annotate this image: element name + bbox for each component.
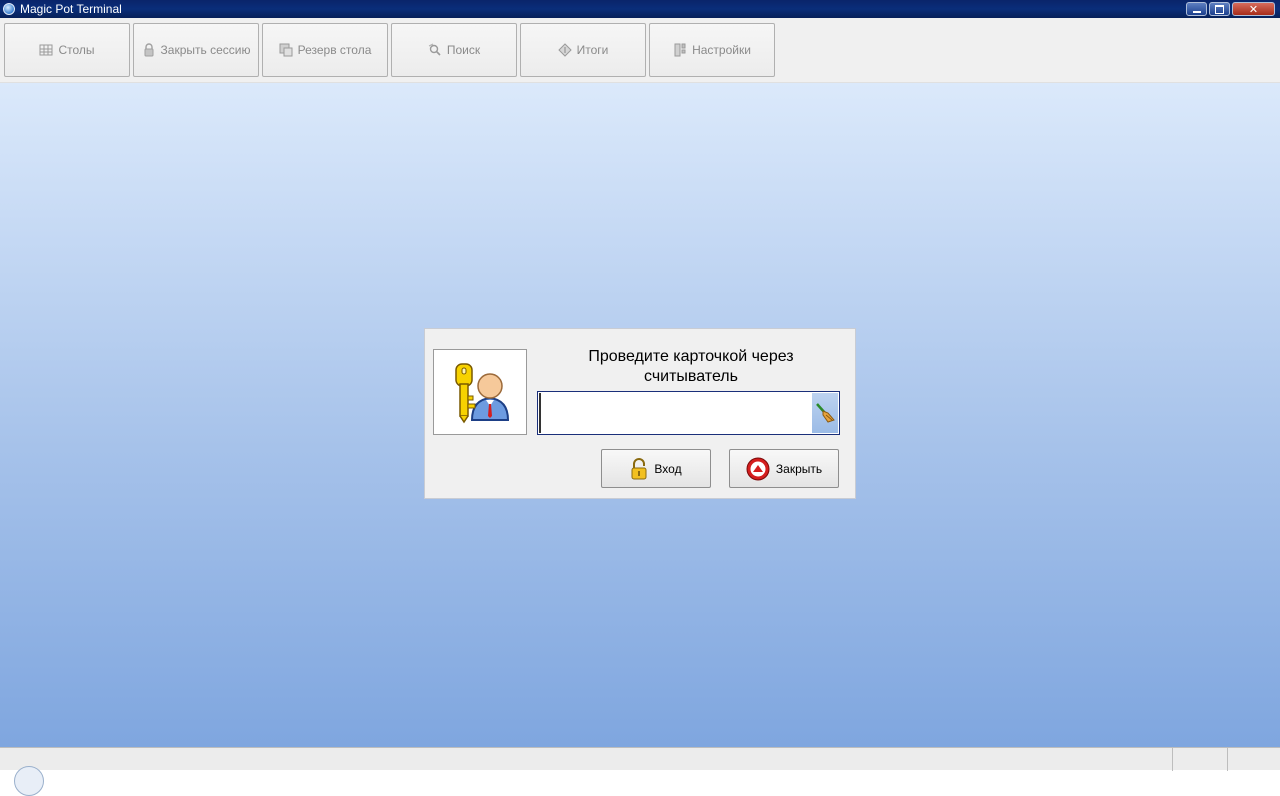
totals-icon [557, 43, 572, 57]
close-session-label: Закрыть сессию [160, 43, 251, 57]
padlock-icon [631, 457, 647, 479]
lock-icon [142, 43, 156, 57]
tables-label: Столы [58, 43, 95, 57]
login-button[interactable]: Вход [601, 449, 711, 488]
window-controls: ✕ [1186, 0, 1275, 18]
broom-icon [816, 403, 835, 423]
settings-button[interactable]: Настройки [649, 23, 775, 77]
clear-input-button[interactable] [812, 393, 838, 433]
user-key-icon [455, 363, 510, 424]
minimize-icon [1192, 11, 1201, 13]
settings-label: Настройки [692, 43, 751, 57]
status-separator [1172, 748, 1173, 771]
close-dialog-button[interactable]: Закрыть [729, 449, 839, 488]
tables-button[interactable]: Столы [4, 23, 130, 77]
settings-icon [673, 43, 687, 57]
toolbar: Столы Закрыть сессию Резерв стола Поиск … [0, 18, 1280, 83]
status-separator [1227, 748, 1228, 771]
totals-label: Итоги [576, 43, 609, 57]
reserve-table-button[interactable]: Резерв стола [262, 23, 388, 77]
avatar [433, 349, 527, 435]
maximize-icon [1215, 4, 1224, 14]
reserve-table-label: Резерв стола [297, 43, 372, 57]
status-indicator [14, 766, 44, 796]
minimize-button[interactable] [1186, 2, 1207, 16]
close-session-button[interactable]: Закрыть сессию [133, 23, 259, 77]
login-label: Вход [654, 461, 682, 476]
close-red-icon [746, 457, 770, 480]
search-icon [428, 43, 442, 57]
maximize-button[interactable] [1209, 2, 1230, 16]
prompt-line-2: считыватель [644, 368, 738, 385]
tables-icon [39, 43, 53, 57]
prompt-line-1: Проведите карточкой через [588, 348, 794, 365]
window-title: Magic Pot Terminal [20, 2, 122, 16]
close-icon: ✕ [1248, 2, 1259, 16]
status-bar [0, 747, 1280, 796]
app-icon [3, 3, 15, 15]
close-window-button[interactable]: ✕ [1232, 2, 1275, 16]
search-label: Поиск [446, 43, 481, 57]
close-label: Закрыть [775, 461, 823, 476]
title-bar: Magic Pot Terminal ✕ [0, 0, 1280, 18]
reserve-icon [279, 43, 293, 57]
card-number-input[interactable] [539, 393, 811, 433]
card-login-dialog: Проведите карточкой через считыватель Вх… [424, 328, 856, 499]
search-button[interactable]: Поиск [391, 23, 517, 77]
card-input-container [537, 391, 840, 435]
swipe-card-prompt: Проведите карточкой через считыватель [537, 347, 845, 387]
totals-button[interactable]: Итоги [520, 23, 646, 77]
